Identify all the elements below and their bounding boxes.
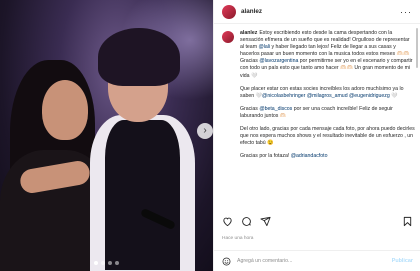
chevron-right-icon[interactable]: › [197, 123, 213, 139]
post-photo[interactable]: › [0, 0, 213, 271]
caption-avatar[interactable] [222, 31, 234, 43]
caption-paragraph-1: Estoy escribiendo esto desde la cama des… [240, 30, 413, 79]
carousel-dot [108, 261, 112, 265]
caption: alanlez Estoy escribiendo esto desde la c… [222, 30, 415, 206]
woman-figure-face [42, 80, 88, 140]
carousel-dot [115, 261, 119, 265]
carousel-dot [101, 261, 105, 265]
mention-link[interactable]: @lali [258, 44, 270, 50]
caption-username[interactable]: alanlez [240, 30, 257, 36]
mention-link[interactable]: @lavozargentina [259, 58, 298, 64]
bookmark-icon[interactable] [402, 216, 413, 227]
caption-paragraph-5: Gracias por la fotaza! @adriandacfoto [240, 153, 328, 160]
comment-icon[interactable] [241, 216, 252, 227]
scrollbar[interactable] [416, 28, 418, 68]
man-figure-hair [98, 28, 180, 86]
avatar[interactable] [222, 4, 236, 19]
mention-link[interactable]: @nicolasbehringer [262, 93, 305, 99]
mention-link[interactable]: @beta_discos [259, 106, 292, 112]
mention-link[interactable]: @adriandacfoto [291, 153, 328, 159]
post-header: alanlez ··· [214, 0, 420, 24]
post-sidebar: alanlez ··· alanlez Estoy escribiendo est… [213, 0, 420, 271]
more-options-icon[interactable]: ··· [400, 7, 412, 17]
man-figure-vest [105, 120, 180, 270]
carousel-indicator [0, 261, 213, 265]
caption-paragraph: alanlez Estoy escribiendo esto desde la c… [240, 30, 415, 80]
caption-paragraph-4: Del otro lado, gracias por cada mensaje … [240, 126, 415, 147]
share-icon[interactable] [260, 216, 271, 227]
heart-icon[interactable] [222, 216, 233, 227]
emoji-icon[interactable] [222, 257, 231, 266]
action-bar [222, 214, 413, 228]
caption-paragraph-3: Gracias @beta_discos por ser una coach i… [240, 105, 393, 119]
carousel-dot [94, 261, 98, 265]
caption-text: alanlez Estoy escribiendo esto desde la c… [240, 30, 415, 206]
caption-paragraph-2: Que placer estar con estas socies increí… [240, 85, 404, 99]
comment-input[interactable]: Agregá un comentario... [237, 258, 292, 264]
instagram-post-modal: › alanlez ··· alanlez Estoy escribiendo e… [0, 0, 420, 271]
comment-box: Agregá un comentario... Publicar [214, 250, 420, 271]
mention-link[interactable]: @milagros_amud [307, 93, 348, 99]
mention-link[interactable]: @eugenidriguezg [349, 93, 390, 99]
post-timestamp: Hace una hora [222, 236, 254, 241]
post-comment-button[interactable]: Publicar [392, 258, 413, 264]
header-username[interactable]: alanlez [241, 8, 262, 15]
